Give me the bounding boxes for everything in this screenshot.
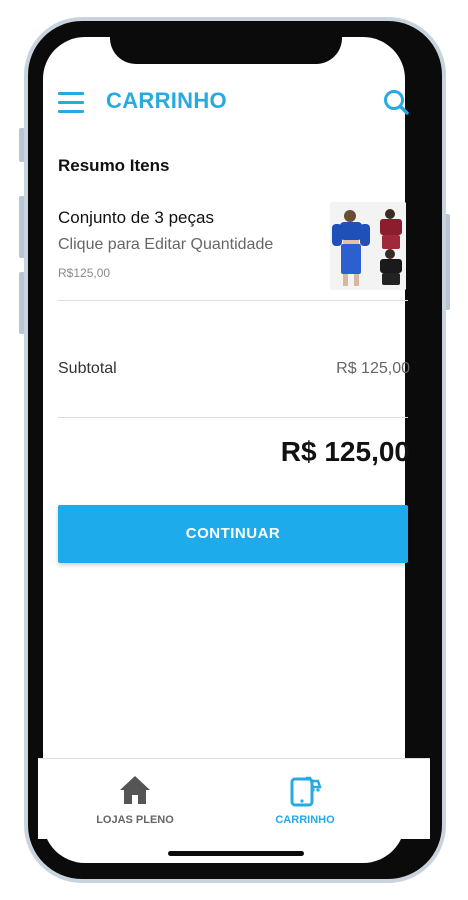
subtotal-value: R$ 125,00 <box>336 360 410 377</box>
bottom-navigation: LOJAS PLENO CARRINHO <box>38 758 430 839</box>
page-title: CARRINHO <box>106 88 227 113</box>
nav-item-lojas-pleno[interactable]: LOJAS PLENO <box>60 773 210 826</box>
nav-item-carrinho[interactable]: CARRINHO <box>230 773 380 826</box>
nav-label: CARRINHO <box>275 814 335 826</box>
total-value: R$ 125,00 <box>280 436 410 467</box>
home-indicator <box>168 851 304 856</box>
app-content: CARRINHO Resumo Itens Conjunto de 3 peça… <box>38 0 430 900</box>
continue-button[interactable]: CONTINUAR <box>58 505 408 563</box>
cart-phone-icon <box>290 776 322 807</box>
app-header: CARRINHO <box>38 68 430 120</box>
search-icon[interactable] <box>382 88 410 116</box>
subtotal-label: Subtotal <box>58 360 117 377</box>
item-name: Conjunto de 3 peças <box>58 208 214 227</box>
product-thumbnail <box>330 202 406 290</box>
phone-notch <box>110 24 342 64</box>
divider <box>58 300 408 301</box>
item-price: R$125,00 <box>58 266 111 280</box>
item-edit-hint: Clique para Editar Quantidade <box>58 236 274 253</box>
section-title: Resumo Itens <box>58 156 170 175</box>
cart-item[interactable]: Conjunto de 3 peças Clique para Editar Q… <box>58 198 406 298</box>
hamburger-menu-icon[interactable] <box>58 92 84 114</box>
nav-label: LOJAS PLENO <box>96 814 174 826</box>
home-icon <box>120 776 150 804</box>
divider <box>58 417 408 418</box>
